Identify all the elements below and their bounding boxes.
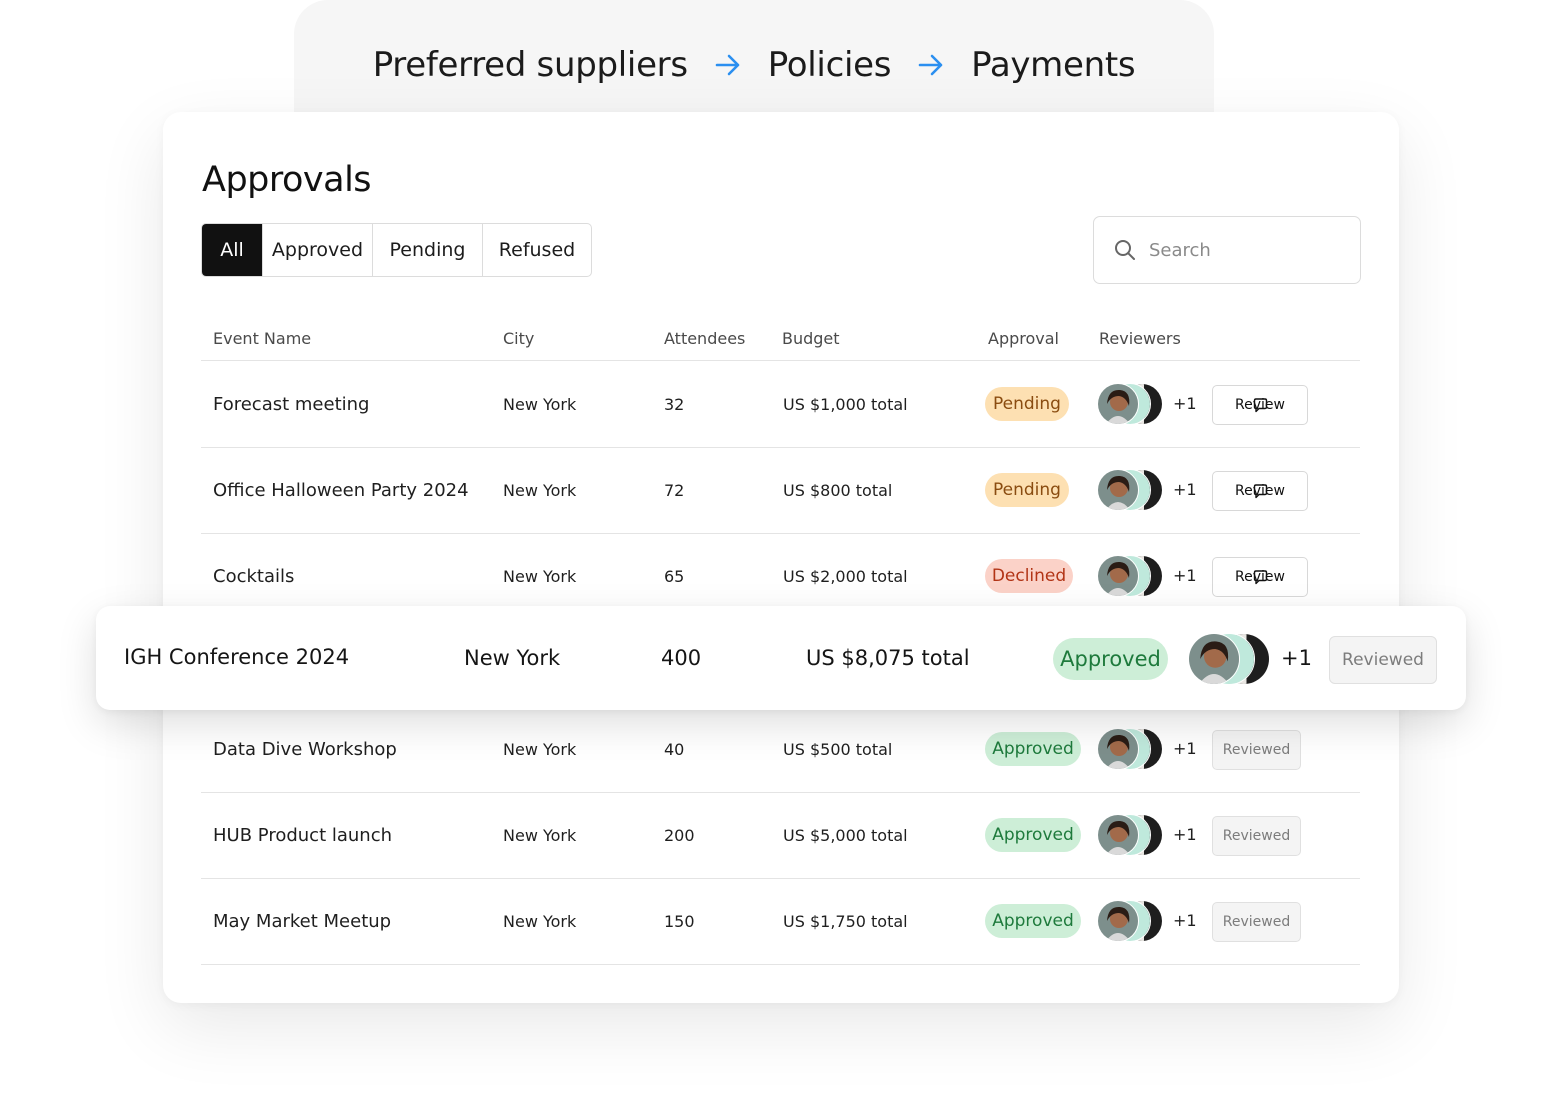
column-header-reviewers[interactable]: Reviewers xyxy=(1099,329,1181,348)
event-name: IGH Conference 2024 xyxy=(124,645,350,669)
event-name: Office Halloween Party 2024 xyxy=(213,480,469,501)
reviewer-avatars xyxy=(1097,900,1165,942)
column-header-attendees[interactable]: Attendees xyxy=(664,329,745,348)
event-city: New York xyxy=(503,395,577,414)
table-row[interactable]: Forecast meeting New York 32 US $1,000 t… xyxy=(201,361,1360,448)
column-header-budget[interactable]: Budget xyxy=(782,329,840,348)
status-badge: Pending xyxy=(985,387,1069,421)
breadcrumb-item-policies[interactable]: Policies xyxy=(768,45,892,85)
event-city: New York xyxy=(503,826,577,845)
breadcrumb-item-payments[interactable]: Payments xyxy=(971,45,1135,85)
avatar xyxy=(1097,900,1139,942)
extra-reviewers-count: +1 xyxy=(1173,480,1197,499)
approvals-card: Approvals All Approved Pending Refused E… xyxy=(163,112,1399,1003)
status-badge: Approved xyxy=(1053,638,1168,680)
review-button[interactable]: Review xyxy=(1212,471,1308,511)
avatar xyxy=(1097,728,1139,770)
status-badge: Approved xyxy=(985,818,1081,852)
event-city: New York xyxy=(503,481,577,500)
table-header: Event Name City Attendees Budget Approva… xyxy=(201,312,1360,361)
table-row[interactable]: HUB Product launch New York 200 US $5,00… xyxy=(201,792,1360,879)
status-badge: Declined xyxy=(985,559,1073,593)
event-budget: US $500 total xyxy=(783,740,893,759)
event-budget: US $2,000 total xyxy=(783,567,908,586)
table-row[interactable]: Office Halloween Party 2024 New York 72 … xyxy=(201,447,1360,534)
event-attendees: 150 xyxy=(664,912,695,931)
search-icon xyxy=(1113,238,1137,262)
review-button-label: Review xyxy=(1235,569,1285,585)
extra-reviewers-count: +1 xyxy=(1173,911,1197,930)
event-name: HUB Product launch xyxy=(213,825,392,846)
event-city: New York xyxy=(464,646,561,670)
status-badge: Pending xyxy=(985,473,1069,507)
arrow-right-icon xyxy=(917,51,945,79)
filter-tabs: All Approved Pending Refused xyxy=(201,223,592,277)
extra-reviewers-count: +1 xyxy=(1173,825,1197,844)
event-budget: US $1,750 total xyxy=(783,912,908,931)
review-button[interactable]: Review xyxy=(1212,557,1308,597)
reviewed-button[interactable]: Reviewed xyxy=(1212,902,1301,942)
event-attendees: 400 xyxy=(661,646,702,670)
reviewer-avatars xyxy=(1097,555,1165,597)
event-name: May Market Meetup xyxy=(213,911,392,932)
event-name: Cocktails xyxy=(213,566,295,587)
avatar xyxy=(1097,814,1139,856)
event-budget: US $8,075 total xyxy=(806,646,970,670)
column-header-event-name[interactable]: Event Name xyxy=(213,329,311,348)
event-city: New York xyxy=(503,912,577,931)
table-row[interactable]: May Market Meetup New York 150 US $1,750… xyxy=(201,878,1360,965)
reviewer-avatars xyxy=(1097,814,1165,856)
tab-refused[interactable]: Refused xyxy=(482,224,591,276)
reviewer-avatars xyxy=(1097,728,1165,770)
event-attendees: 40 xyxy=(664,740,685,759)
page-title: Approvals xyxy=(202,160,372,200)
avatar xyxy=(1097,555,1139,597)
avatar xyxy=(1097,383,1139,425)
review-button-label: Review xyxy=(1235,397,1285,413)
tab-approved[interactable]: Approved xyxy=(262,224,372,276)
reviewed-button[interactable]: Reviewed xyxy=(1329,636,1437,684)
event-attendees: 65 xyxy=(664,567,685,586)
reviewer-avatars xyxy=(1097,383,1165,425)
arrow-right-icon xyxy=(714,51,742,79)
event-attendees: 72 xyxy=(664,481,685,500)
table-row-highlighted[interactable]: IGH Conference 2024 New York 400 US $8,0… xyxy=(96,606,1466,710)
event-budget: US $5,000 total xyxy=(783,826,908,845)
extra-reviewers-count: +1 xyxy=(1173,739,1197,758)
table-row[interactable]: Data Dive Workshop New York 40 US $500 t… xyxy=(201,706,1360,793)
event-name: Data Dive Workshop xyxy=(213,739,397,760)
review-button-label: Review xyxy=(1235,483,1285,499)
extra-reviewers-count: +1 xyxy=(1173,394,1197,413)
status-badge: Approved xyxy=(985,904,1081,938)
search-box xyxy=(1093,216,1361,284)
reviewed-button[interactable]: Reviewed xyxy=(1212,730,1301,770)
event-city: New York xyxy=(503,740,577,759)
event-attendees: 32 xyxy=(664,395,685,414)
review-button[interactable]: Review xyxy=(1212,385,1308,425)
event-attendees: 200 xyxy=(664,826,695,845)
event-budget: US $1,000 total xyxy=(783,395,908,414)
breadcrumb: Preferred suppliers Policies Payments xyxy=(294,40,1214,90)
reviewer-avatars xyxy=(1188,633,1273,685)
column-header-approval[interactable]: Approval xyxy=(988,329,1059,348)
avatar xyxy=(1188,633,1240,685)
reviewed-button[interactable]: Reviewed xyxy=(1212,816,1301,856)
extra-reviewers-count: +1 xyxy=(1173,566,1197,585)
avatar xyxy=(1097,469,1139,511)
extra-reviewers-count: +1 xyxy=(1281,646,1312,670)
column-header-city[interactable]: City xyxy=(503,329,534,348)
breadcrumb-item-preferred-suppliers[interactable]: Preferred suppliers xyxy=(373,45,688,85)
reviewer-avatars xyxy=(1097,469,1165,511)
search-input[interactable] xyxy=(1147,238,1341,262)
event-name: Forecast meeting xyxy=(213,394,370,415)
event-budget: US $800 total xyxy=(783,481,893,500)
status-badge: Approved xyxy=(985,732,1081,766)
event-city: New York xyxy=(503,567,577,586)
tab-pending[interactable]: Pending xyxy=(372,224,482,276)
tab-all[interactable]: All xyxy=(202,224,262,276)
